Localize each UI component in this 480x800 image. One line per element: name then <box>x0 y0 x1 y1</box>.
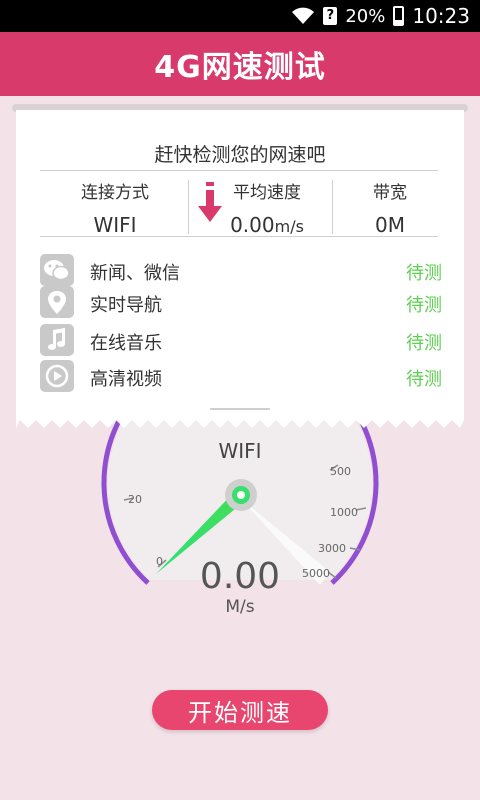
stat-average-speed: 平均速度 0.00m/s <box>222 178 312 237</box>
wechat-icon <box>40 254 74 286</box>
start-test-button[interactable]: 开始测速 <box>152 690 328 730</box>
stat-connection-label: 连接方式 <box>81 183 149 203</box>
gauge-speed-unit: M/s <box>225 597 254 617</box>
list-item-status: 待测 <box>406 369 442 390</box>
app-bar: 4G网速测试 <box>0 32 480 96</box>
play-circle-icon <box>40 360 74 392</box>
list-item-video: 高清视频 待测 <box>40 360 442 392</box>
music-note-icon <box>40 324 74 356</box>
stat-average-speed-value-wrap: 0.00m/s <box>222 213 312 237</box>
gauge-hub-center <box>237 491 245 499</box>
tick-label-0: 0 <box>156 555 163 568</box>
card-body: 赶快检测您的网速吧 连接方式 WIFI 平均速度 0.00m/s 带宽 0M 新… <box>16 110 464 414</box>
clock: 10:23 <box>412 4 470 28</box>
list-item-name: 高清视频 <box>90 369 162 390</box>
drag-handle-line-1[interactable] <box>210 408 270 410</box>
stat-connection-value: WIFI <box>93 213 137 237</box>
list-item-name: 在线音乐 <box>90 333 162 354</box>
stat-bandwidth-label: 带宽 <box>373 183 407 203</box>
tick-label-3000: 3000 <box>318 542 346 555</box>
card-title: 赶快检测您的网速吧 <box>154 144 326 166</box>
list-item-name: 实时导航 <box>90 295 162 316</box>
battery-icon <box>393 6 405 26</box>
list-item-name: 新闻、微信 <box>90 263 180 284</box>
gauge-network-label: WIFI <box>218 439 261 463</box>
tick-label-1000: 1000 <box>330 506 358 519</box>
wifi-icon <box>292 7 315 24</box>
tick-label-500: 500 <box>330 465 351 478</box>
tick-label-20: 20 <box>128 493 142 506</box>
list-item-status: 待测 <box>406 295 442 316</box>
download-arrow-icon <box>196 182 224 226</box>
stat-average-speed-unit: m/s <box>274 217 304 236</box>
location-pin-icon <box>40 286 74 318</box>
divider-stat-1 <box>188 180 189 234</box>
stat-bandwidth-value: 0M <box>375 213 405 237</box>
sim-icon: ? <box>323 7 338 25</box>
status-bar: ? 20% 10:23 <box>0 0 480 32</box>
list-item-status: 待测 <box>406 263 442 284</box>
stat-average-speed-value: 0.00 <box>230 213 275 237</box>
divider-top <box>40 170 438 171</box>
card-torn-edge <box>16 414 464 428</box>
list-item-music: 在线音乐 待测 <box>40 324 442 356</box>
divider-bottom <box>40 236 438 237</box>
battery-percent: 20% <box>345 5 386 27</box>
stat-average-speed-label: 平均速度 <box>233 183 301 203</box>
app-title: 4G网速测试 <box>154 50 326 85</box>
tick-label-5000: 5000 <box>302 567 330 580</box>
stat-bandwidth: 带宽 0M <box>332 178 448 237</box>
sim-badge: ? <box>326 8 335 23</box>
stat-connection: 连接方式 WIFI <box>40 178 190 237</box>
gauge-speed-value: 0.00 <box>200 556 280 597</box>
info-card: 赶快检测您的网速吧 连接方式 WIFI 平均速度 0.00m/s 带宽 0M 新… <box>12 104 468 438</box>
list-item-status: 待测 <box>406 333 442 354</box>
list-item-navigation: 实时导航 待测 <box>40 286 442 318</box>
list-item-news: 新闻、微信 待测 <box>40 254 442 286</box>
